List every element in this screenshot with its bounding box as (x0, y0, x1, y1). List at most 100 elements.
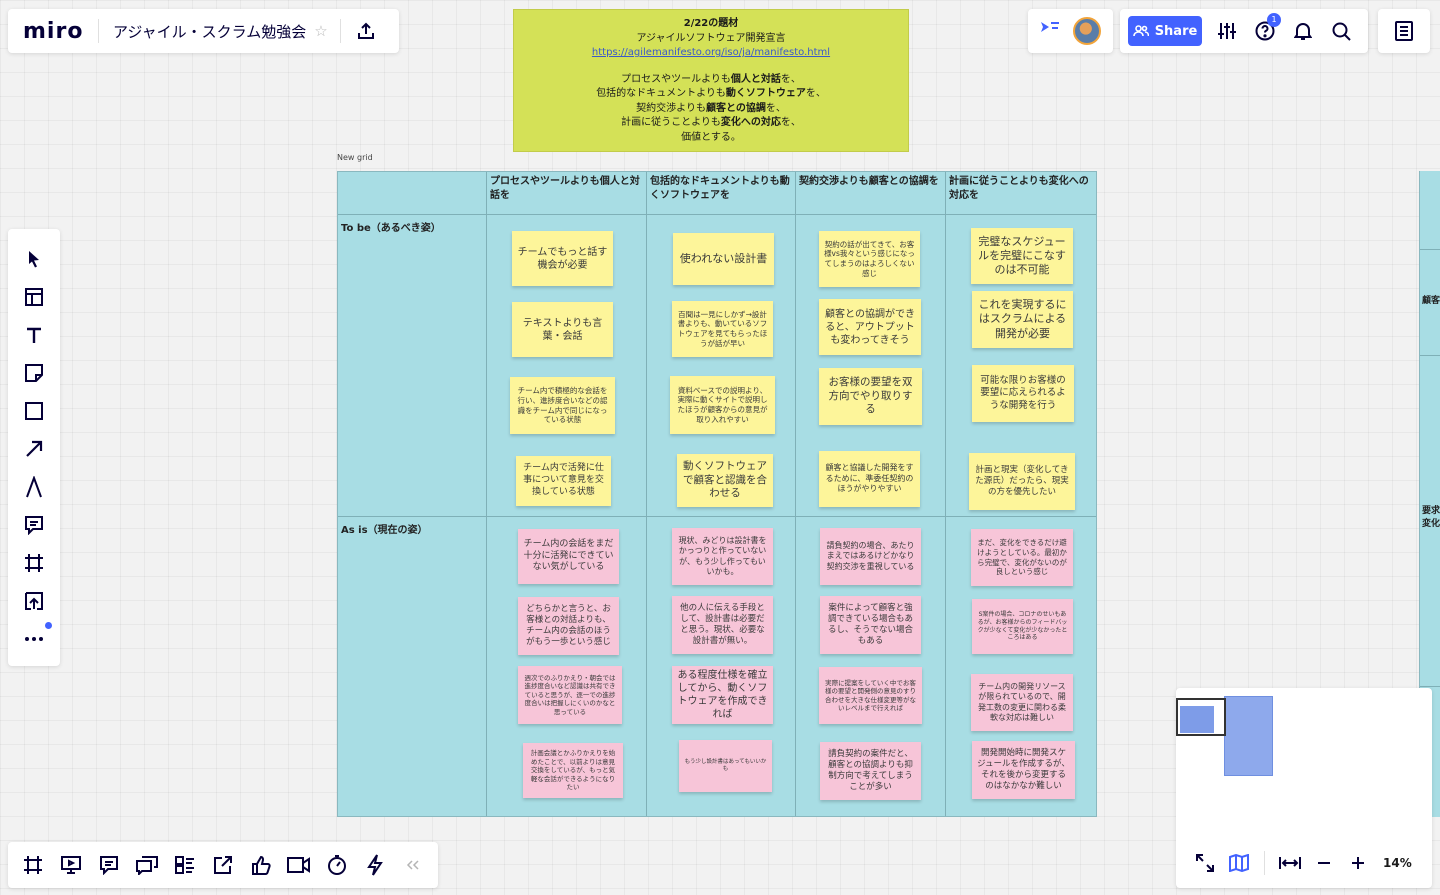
row-label-to-be[interactable]: To be（あるべき姿） (341, 219, 441, 234)
new-feature-dot (45, 622, 52, 629)
grid-divider (1420, 355, 1440, 356)
sticky-note[interactable]: 可能な限りお客様の要望に応えられるような開発を行う (972, 365, 1074, 422)
minimap-viewport[interactable] (1176, 698, 1226, 736)
manifesto-line: プロセスやツールよりも個人と対話を、 (621, 73, 801, 85)
sticky-note[interactable]: チーム内の会話をまだ十分に活発にできていない気がしている (518, 529, 619, 584)
manifesto-link[interactable]: https://agilemanifesto.org/iso/ja/manife… (514, 46, 908, 61)
sticky-note[interactable]: 使われない設計書 (673, 233, 774, 285)
notifications-button[interactable] (1284, 21, 1322, 41)
templates-tool[interactable] (16, 278, 52, 316)
help-button[interactable]: 1 (1246, 13, 1284, 41)
text-icon (27, 327, 41, 343)
sticky-note[interactable]: チームでもっと話す機会が必要 (512, 231, 613, 286)
cursor-icon (29, 251, 39, 268)
grid-divider (338, 516, 1096, 517)
card-list-button[interactable] (166, 845, 204, 885)
comments-button[interactable] (90, 845, 128, 885)
share-button[interactable]: Share (1128, 16, 1202, 46)
sticky-note[interactable]: ある程度仕様を確立してから、動くソフトウェアを作成できれば (672, 666, 773, 724)
pen-icon (26, 476, 42, 498)
fullscreen-button[interactable] (1188, 854, 1222, 872)
sticky-note[interactable]: 実際に提案をしていく中でお客様の要望と開発側の意見のすり合わせを大きな仕様変更等… (819, 667, 922, 724)
sticky-note[interactable]: 計画と現実（変化してきた源氏）だったら、現実の方を優先したい (969, 453, 1075, 510)
column-header[interactable]: 契約交渉よりも顧客との協調を (799, 175, 941, 189)
sticky-note[interactable]: 資料ベースでの説明より、実際に動くサイトで説明したほうが顧客からの意見が取り入れ… (670, 376, 775, 434)
users-icon (1132, 25, 1149, 37)
more-icon (25, 637, 43, 641)
settings-button[interactable] (1208, 22, 1246, 40)
upload-tool[interactable] (16, 582, 52, 620)
sticky-note[interactable]: 百聞は一見にしかず→設計書よりも、動いているソフトウェアを見てもらったほうが話が… (672, 301, 773, 357)
star-icon[interactable]: ☆ (314, 22, 339, 40)
zoom-level[interactable]: 14% (1375, 856, 1412, 870)
minimap-panel[interactable]: 14% (1176, 688, 1432, 888)
comment-tool[interactable] (16, 506, 52, 544)
sticky-note[interactable]: 週次でのふりかえり・朝会では進捗度合いなど認識は共有できていると思うが、逐一での… (518, 666, 622, 724)
sticky-note[interactable]: 顧客と協議した開発をするために、準委任契約のほうがやりやすい (819, 451, 920, 507)
sticky-note[interactable]: 案件によって顧客と強調できている場合もあるし、そうでない場合もある (820, 596, 921, 654)
frame-tool[interactable] (16, 544, 52, 582)
sticky-note[interactable]: 完璧なスケジュールを完璧にこなすのは不可能 (971, 228, 1073, 284)
frame-icon (25, 554, 43, 572)
pen-tool[interactable] (16, 468, 52, 506)
matrix-grid[interactable]: プロセスやツールよりも個人と対話を 包括的なドキュメントよりも動くソフトウェアを… (337, 171, 1097, 817)
select-tool[interactable] (16, 240, 52, 278)
sticky-note[interactable]: 計画会議とかふりかえりを始めたことで、以前よりは意見交換をしているが、もっと気軽… (523, 743, 623, 798)
apps-button[interactable] (356, 845, 394, 885)
sticky-note[interactable]: 請負契約の場合、あたりまえではあるけどかなり契約交渉を重視している (820, 528, 921, 585)
column-header[interactable]: 包括的なドキュメントよりも動くソフトウェアを (650, 175, 792, 203)
sticky-note[interactable]: チーム内の開発リソースが限られているので、開発工数の変更に関わる柔軟な対応は難し… (971, 674, 1073, 731)
export-button[interactable] (341, 21, 391, 41)
map-toggle-button[interactable] (1222, 854, 1256, 872)
video-icon (287, 857, 310, 873)
search-button[interactable] (1322, 22, 1360, 41)
text-tool[interactable] (16, 316, 52, 354)
sticky-note[interactable]: お客様の要望を双方向でやり取りする (819, 368, 922, 425)
sticky-note[interactable]: まだ、変化をできるだけ避けようとしている。最初から完璧で、変化がないのが良しとい… (971, 529, 1073, 586)
sticky-note[interactable]: チーム内で積極的な会話を行い、進捗度合いなどの認識をチーム内で同じになっている状… (510, 377, 615, 434)
share-screen-button[interactable] (204, 845, 242, 885)
partial-text: 顧客 (1422, 296, 1440, 306)
notes-panel-button[interactable] (1378, 9, 1430, 53)
video-call-button[interactable] (280, 845, 318, 885)
presentation-button[interactable] (52, 845, 90, 885)
upload-icon (25, 592, 43, 610)
topic-banner[interactable]: 2/22の題材 アジャイルソフトウェア開発宣言 https://agileman… (513, 9, 909, 152)
voting-button[interactable] (242, 845, 280, 885)
sticky-note[interactable]: 顧客との協調ができると、アウトプットも変わってきそう (819, 299, 921, 355)
board-title[interactable]: アジャイル・スクラム勉強会 (99, 21, 314, 42)
avatar[interactable] (1072, 17, 1101, 45)
divider (1264, 851, 1265, 875)
sticky-note[interactable]: 請負契約の案件だと、顧客との協調よりも抑制方向で考えてしまうことが多い (820, 742, 921, 800)
row-label-as-is[interactable]: As is（現在の姿） (341, 521, 428, 536)
column-header[interactable]: プロセスやツールよりも個人と対話を (490, 175, 642, 203)
fit-to-screen-button[interactable] (1273, 856, 1307, 870)
shape-tool[interactable] (16, 392, 52, 430)
sticky-note[interactable]: 動くソフトウェアで顧客と認識を合わせる (677, 454, 773, 507)
sticky-note[interactable]: テキストよりも言葉・会話 (512, 302, 613, 357)
thumbs-up-icon (252, 855, 271, 875)
sticky-note[interactable]: 他の人に伝える手段として、設計書は必要だと思う。現状、必要な設計書が無い。 (672, 596, 773, 654)
sticky-note[interactable]: これを実現するにはスクラムによる開発が必要 (972, 291, 1073, 348)
miro-logo[interactable]: miro (8, 19, 98, 44)
share-label: Share (1154, 23, 1198, 39)
sticky-note[interactable]: 契約の話が出てきて、お客様vs我々という感じになってしまうのはよろしくない感じ (819, 231, 920, 287)
collapse-toolbar-button[interactable] (394, 845, 432, 885)
sticky-note[interactable]: 開発開始時に開発スケジュールを作成するが、それを後から変更するのはなかなか難しい (972, 741, 1075, 799)
timer-button[interactable] (318, 845, 356, 885)
sticky-note[interactable]: チーム内で活発に仕事について意見を交換している状態 (516, 456, 611, 506)
sticky-note[interactable]: S案件の場合、コロナのせいもあるが、お客様からのフィードバックが少なくて変化が少… (972, 599, 1073, 654)
column-header[interactable]: 計画に従うことよりも変化への対応を (949, 175, 1094, 203)
zoom-out-button[interactable] (1307, 855, 1341, 871)
connection-line-tool[interactable] (16, 430, 52, 468)
sticky-note[interactable]: どちらかと言うと、お客様との対話よりも、チーム内の会話のほうがもう一歩という感じ (518, 597, 619, 655)
sticky-note[interactable]: 現状、みどりは設計書をかっつりと作っていないが、もう少し作ってもいいかも。 (672, 528, 773, 585)
sticky-note-tool[interactable] (16, 354, 52, 392)
grid-divider (1420, 686, 1440, 687)
reactions-icon[interactable] (1040, 20, 1060, 42)
zoom-in-button[interactable] (1341, 855, 1375, 871)
chat-button[interactable] (128, 845, 166, 885)
frames-button[interactable] (14, 845, 52, 885)
board-header: miro アジャイル・スクラム勉強会 ☆ (8, 9, 399, 53)
sticky-note[interactable]: もう少し設計書はあってもいいかも (679, 740, 772, 792)
